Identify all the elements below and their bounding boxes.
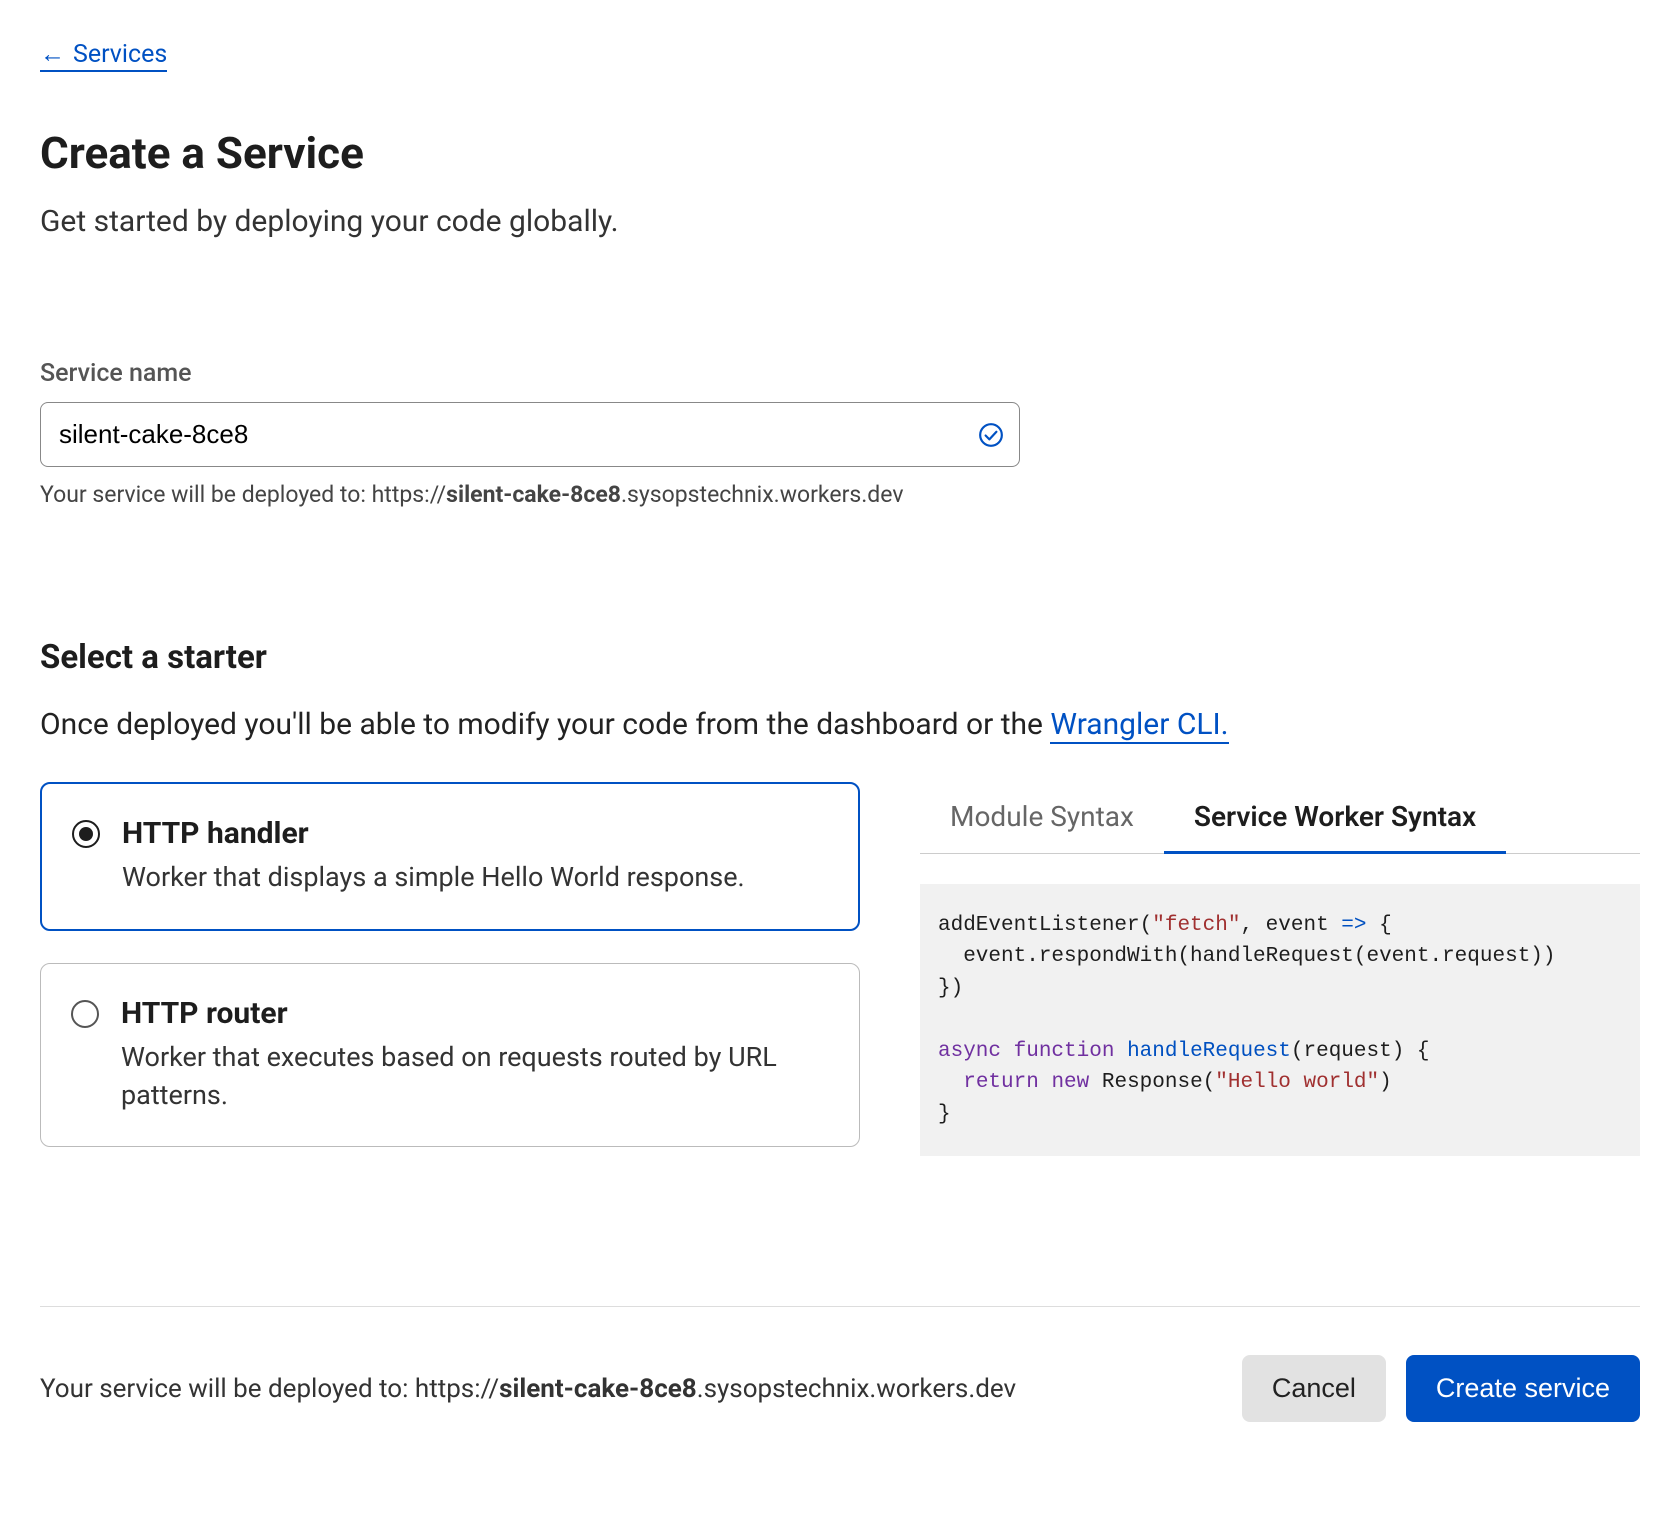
back-link[interactable]: ← Services [40, 40, 167, 72]
code-tabs: Module Syntax Service Worker Syntax [920, 782, 1640, 854]
starter-option-desc: Worker that executes based on requests r… [121, 1039, 829, 1115]
starter-option-title: HTTP router [121, 996, 829, 1031]
starter-option-http-router[interactable]: HTTP router Worker that executes based o… [40, 963, 860, 1148]
cancel-button[interactable]: Cancel [1242, 1355, 1386, 1422]
service-name-helper: Your service will be deployed to: https:… [40, 481, 1640, 508]
create-service-button[interactable]: Create service [1406, 1355, 1640, 1422]
radio-icon [71, 1000, 99, 1028]
back-link-label: Services [73, 40, 167, 69]
arrow-left-icon: ← [40, 42, 65, 67]
service-name-label: Service name [40, 359, 1640, 388]
tab-module-syntax[interactable]: Module Syntax [920, 782, 1164, 854]
page-title: Create a Service [40, 127, 1640, 179]
starter-option-http-handler[interactable]: HTTP handler Worker that displays a simp… [40, 782, 860, 931]
tab-service-worker-syntax[interactable]: Service Worker Syntax [1164, 782, 1506, 854]
footer-deploy-text: Your service will be deployed to: https:… [40, 1374, 1016, 1404]
starter-section-title: Select a starter [40, 638, 1640, 677]
page-subtitle: Get started by deploying your code globa… [40, 204, 1640, 239]
wrangler-cli-link[interactable]: Wrangler CLI. [1050, 707, 1228, 744]
starter-option-title: HTTP handler [122, 816, 745, 851]
starter-option-desc: Worker that displays a simple Hello Worl… [122, 859, 745, 897]
radio-icon [72, 820, 100, 848]
starter-section-desc: Once deployed you'll be able to modify y… [40, 707, 1640, 742]
service-name-input[interactable] [40, 402, 1020, 467]
code-preview: addEventListener("fetch", event => { eve… [920, 884, 1640, 1157]
valid-check-icon [978, 422, 1004, 448]
